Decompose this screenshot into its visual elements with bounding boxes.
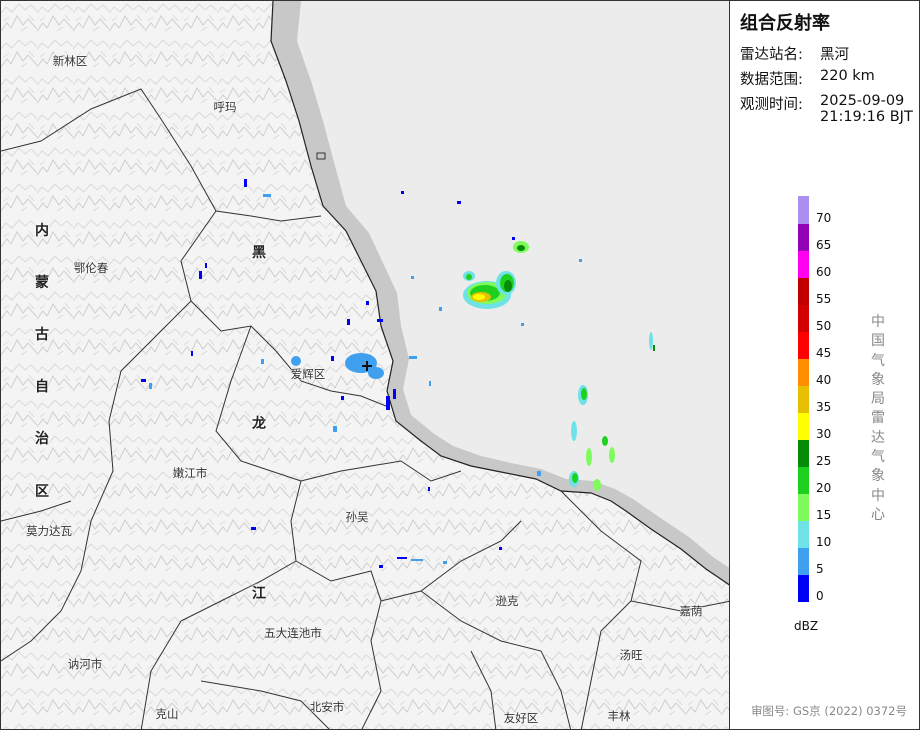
legend-tick-label: 25	[816, 453, 832, 468]
legend-swatch	[798, 520, 809, 548]
legend-unit: dBZ	[794, 619, 819, 633]
legend-tick-label: 70	[816, 210, 832, 225]
legend-tick-label: 45	[816, 345, 832, 360]
place-label: 呼玛	[213, 100, 237, 114]
province-label-char: 自	[35, 379, 49, 395]
legend-swatch	[798, 493, 809, 521]
legend-swatch	[798, 223, 809, 251]
place-label: 爱辉区	[290, 367, 326, 381]
legend-tick-label: 50	[816, 318, 832, 333]
province-label-char: 黑	[252, 245, 266, 261]
legend-tick-label: 5	[816, 561, 824, 576]
radar-station-marker	[362, 361, 372, 371]
legend-swatch	[798, 385, 809, 413]
legend-swatch	[798, 304, 809, 332]
province-label-char: 蒙	[35, 275, 49, 291]
place-label: 嘉荫	[679, 604, 703, 618]
range-label: 数据范围:	[740, 72, 803, 88]
legend-tick-label: 60	[816, 264, 832, 279]
legend-tick-label: 20	[816, 480, 832, 495]
legend-swatch	[798, 277, 809, 305]
time-label: 观测时间:	[740, 97, 803, 113]
legend-swatch	[798, 250, 809, 278]
time-row: 观测时间: 2025-09-09 21:19:16 BJT	[740, 93, 913, 125]
place-label: 友好区	[503, 711, 539, 725]
place-label: 孙吴	[345, 510, 369, 524]
station-row: 雷达站名: 黑河	[740, 43, 849, 64]
province-label-char: 古	[35, 327, 49, 343]
legend-tick-label: 30	[816, 426, 832, 441]
info-panel: 组合反射率 雷达站名: 黑河 数据范围: 220 km 观测时间: 2025-09-0…	[730, 0, 920, 730]
legend-swatch	[798, 547, 809, 575]
time-date: 2025-09-09	[820, 93, 905, 109]
place-label: 嫩江市	[172, 466, 208, 480]
legend-swatch	[798, 331, 809, 359]
place-label: 丰林	[607, 709, 631, 723]
province-label-char: 内	[35, 223, 49, 239]
legend-tick-label: 55	[816, 291, 832, 306]
radar-map[interactable]: 新林区 呼玛 鄂伦春 爱辉区 嫩江市 莫力达瓦 孙吴 逊克 嘉荫 五大连池市 讷…	[0, 0, 730, 730]
place-label: 汤旺	[619, 648, 643, 662]
legend-tick-label: 35	[816, 399, 832, 414]
legend-tick-label: 15	[816, 507, 832, 522]
station-value: 黑河	[820, 47, 849, 63]
legend-tick-label: 40	[816, 372, 832, 387]
legend-tick-label: 0	[816, 588, 824, 603]
province-label-char: 江	[252, 586, 266, 602]
province-label-char: 区	[35, 484, 49, 500]
color-legend	[798, 196, 809, 602]
place-label: 北安市	[309, 700, 345, 714]
time-value: 2025-09-09 21:19:16 BJT	[820, 93, 913, 125]
province-label-char: 治	[35, 431, 49, 447]
place-label: 逊克	[495, 594, 519, 608]
legend-swatch	[798, 574, 809, 602]
place-label: 鄂伦春	[73, 261, 109, 275]
range-row: 数据范围: 220 km	[740, 68, 875, 89]
place-label: 讷河市	[67, 657, 103, 671]
range-value: 220 km	[820, 68, 875, 84]
legend-swatch	[798, 358, 809, 386]
place-label: 克山	[155, 707, 179, 721]
agency-text: 中国气象局雷达气象中心	[871, 314, 885, 523]
place-label: 五大连池市	[264, 626, 322, 640]
station-label: 雷达站名:	[740, 47, 803, 63]
legend-swatch	[798, 466, 809, 494]
legend-swatch	[798, 196, 809, 224]
time-clock: 21:19:16 BJT	[820, 109, 913, 125]
product-title: 组合反射率	[740, 13, 830, 34]
legend-swatch	[798, 439, 809, 467]
legend-swatch	[798, 412, 809, 440]
legend-tick-label: 10	[816, 534, 832, 549]
province-label-char: 龙	[252, 416, 266, 432]
place-label: 莫力达瓦	[26, 524, 72, 538]
map-approval-number: 审图号: GS京 (2022) 0372号	[750, 704, 907, 718]
legend-tick-label: 65	[816, 237, 832, 252]
place-label: 新林区	[52, 54, 88, 68]
